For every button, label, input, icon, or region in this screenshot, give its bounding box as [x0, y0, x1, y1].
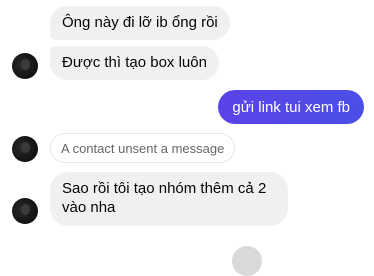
- unsent-message-notice: A contact unsent a message: [50, 133, 236, 163]
- message-text-line: vào nha: [62, 199, 116, 216]
- incoming-message[interactable]: Được thì tạo box luôn: [50, 46, 219, 80]
- avatar[interactable]: [12, 136, 38, 162]
- message-text: Ông này đi lỡ ib ổng rồi: [62, 14, 218, 31]
- seen-avatar: [232, 246, 262, 276]
- avatar[interactable]: [12, 53, 38, 79]
- message-text-line: Sao rồi tôi tạo nhóm thêm cả 2: [62, 180, 267, 197]
- unsent-text: A contact unsent a message: [61, 141, 225, 156]
- avatar[interactable]: [12, 198, 38, 224]
- message-text: Được thì tạo box luôn: [62, 54, 207, 71]
- outgoing-message[interactable]: gửi link tui xem fb: [218, 90, 364, 124]
- avatar-face: [21, 142, 30, 153]
- message-text: gửi link tui xem fb: [232, 99, 350, 116]
- incoming-message[interactable]: Ông này đi lỡ ib ổng rồi: [50, 6, 230, 40]
- incoming-message[interactable]: Sao rồi tôi tạo nhóm thêm cả 2 vào nha: [50, 172, 288, 226]
- avatar-face: [21, 59, 30, 70]
- avatar-face: [21, 204, 30, 215]
